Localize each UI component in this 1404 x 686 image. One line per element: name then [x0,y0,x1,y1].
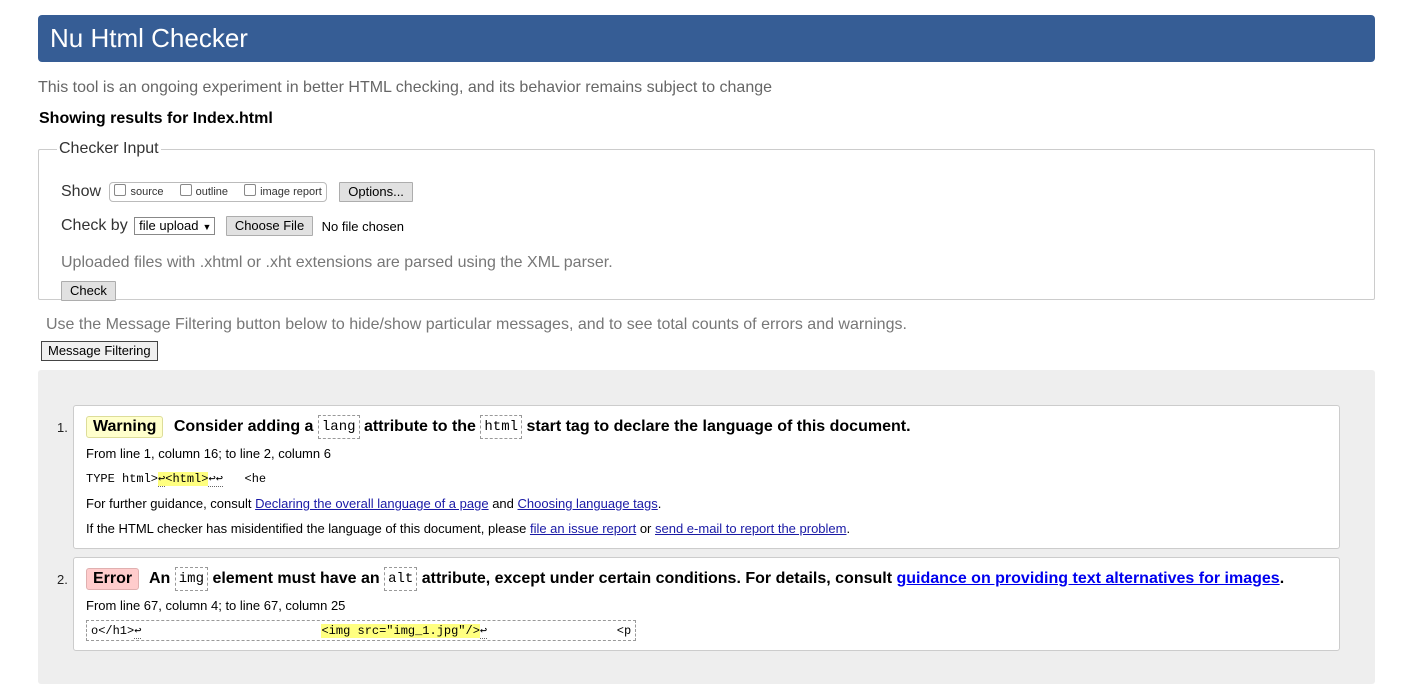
show-options-group: source outline image report [109,182,327,202]
error-message: Error An img element must have an alt at… [73,557,1340,651]
message-text: Consider adding a [173,418,314,436]
source-label: source [130,186,164,198]
filter-note: Use the Message Filtering button below t… [46,316,907,333]
message-end: . [1279,570,1285,588]
send-email-link[interactable]: send e-mail to report the problem [655,521,846,536]
show-row: Show source outline image report Options… [61,182,413,202]
guidance-and: and [492,496,514,511]
check-by-select[interactable]: file upload ▼ [134,217,216,235]
extract-after: <p [616,624,632,638]
code-extract: o</h1>↩ <img src="img_1.jpg"/>↩ <p [86,620,637,641]
message-text: An [148,570,171,588]
show-image-report-option[interactable]: image report [241,184,322,198]
show-source-option[interactable]: source [111,184,164,198]
warning-badge: Warning [86,416,164,439]
check-by-value: file upload [139,218,199,233]
results-for-heading: Showing results for Index.html [39,110,273,127]
check-by-row: Check by file upload ▼ Choose File No fil… [61,216,404,236]
code-alt: alt [384,567,418,591]
chevron-down-icon: ▼ [202,222,212,232]
message-filtering-button[interactable]: Message Filtering [41,341,158,361]
source-checkbox[interactable] [114,184,127,196]
misid-prefix: If the HTML checker has misidentified th… [86,521,527,536]
guidance-prefix: For further guidance, consult [86,496,252,511]
guidance-end: . [657,496,662,511]
no-file-text: No file chosen [321,218,405,234]
extract-highlight: <img src="img_1.jpg"/> [321,624,480,638]
image-report-checkbox[interactable] [244,184,257,196]
misidentified-line: If the HTML checker has misidentified th… [86,521,850,536]
message-text: element must have an [212,570,380,588]
checker-input-fieldset: Checker Input Show source outline image … [38,140,1375,301]
image-report-label: image report [260,186,322,198]
return-icon: ↩↩ [208,472,223,487]
message-location: From line 67, column 4; to line 67, colu… [86,598,346,613]
guidance-line: For further guidance, consult Declaring … [86,496,661,511]
page-title: Nu Html Checker [50,23,248,53]
page-header: Nu Html Checker [38,15,1375,62]
message-text: attribute to the [363,418,476,436]
show-label: Show [61,183,102,200]
file-issue-link[interactable]: file an issue report [530,521,636,536]
extract-after: <he [222,472,267,486]
message-heading: Warning Consider adding a lang attribute… [86,415,911,439]
choose-file-button[interactable]: Choose File [225,216,314,236]
xml-parser-note: Uploaded files with .xhtml or .xht exten… [61,254,613,271]
extract-before: TYPE html> [86,472,159,486]
checker-input-legend: Checker Input [59,140,159,157]
message-heading: Error An img element must have an alt at… [86,567,1284,591]
check-button[interactable]: Check [61,281,116,301]
message-number: 1. [57,420,68,435]
warning-message: Warning Consider adding a lang attribute… [73,405,1340,549]
declaring-language-link[interactable]: Declaring the overall language of a page [255,496,488,511]
results-panel: 1. Warning Consider adding a lang attrib… [38,370,1375,684]
message-text: attribute, except under certain conditio… [421,570,893,588]
misid-or: or [639,521,652,536]
code-extract: TYPE html>↩<html>↩↩ <he [86,471,267,487]
extract-highlight-code: <html> [165,472,209,486]
intro-text: This tool is an ongoing experiment in be… [38,79,773,96]
text-alternatives-guidance-link[interactable]: guidance on providing text alternatives … [896,570,1279,587]
extract-before: o</h1> [91,624,135,638]
misid-end: . [846,521,851,536]
code-img: img [174,567,208,591]
outline-checkbox[interactable] [179,184,192,196]
extract-highlight: ↩<html> [158,472,209,487]
message-number: 2. [57,572,68,587]
outline-label: outline [195,186,228,198]
code-html: html [480,415,523,439]
code-lang: lang [317,415,360,439]
choosing-language-tags-link[interactable]: Choosing language tags [518,496,658,511]
extract-spaces [487,624,617,638]
message-text: start tag to declare the language of thi… [526,418,911,436]
show-outline-option[interactable]: outline [177,184,228,198]
extract-spaces [141,624,321,638]
check-by-label: Check by [61,217,128,234]
error-badge: Error [86,568,140,591]
options-button[interactable]: Options... [339,182,413,202]
message-location: From line 1, column 16; to line 2, colum… [86,446,331,461]
